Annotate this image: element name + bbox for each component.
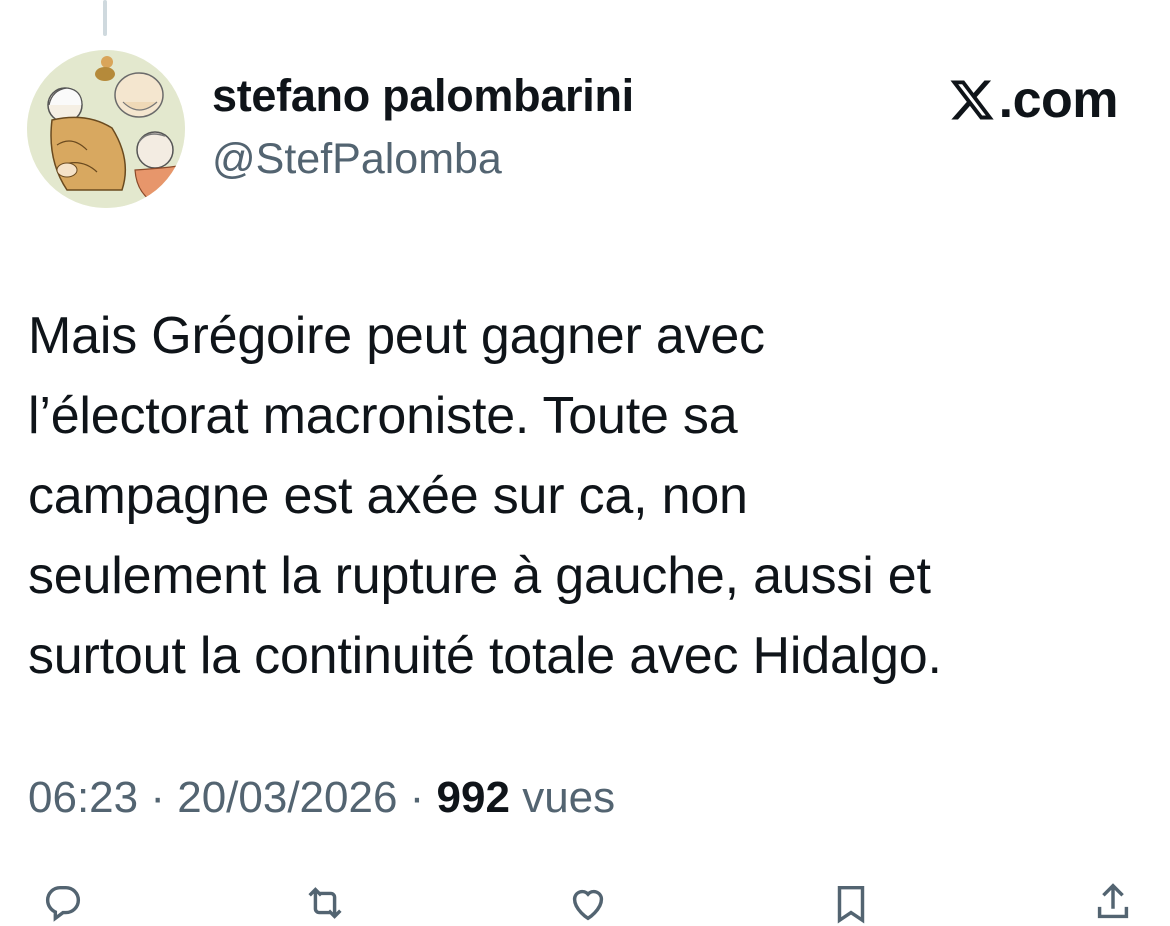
tweet-metadata: 06:23 · 20/03/2026 · 992 vues: [28, 773, 615, 823]
brand-domain-text: .com: [998, 71, 1119, 129]
views-label: vues: [509, 773, 616, 822]
meta-separator: ·: [397, 773, 437, 822]
x-logo-icon: [950, 80, 994, 120]
author-display-name[interactable]: stefano palombarini: [212, 70, 634, 122]
thread-connector-line: [103, 0, 107, 36]
bookmark-icon[interactable]: [826, 880, 876, 926]
retweet-icon[interactable]: [300, 880, 350, 926]
avatar-illustration-icon: [27, 50, 185, 208]
reply-icon[interactable]: [38, 880, 88, 926]
author-handle[interactable]: @StefPalomba: [212, 135, 502, 184]
tweet-time[interactable]: 06:23: [28, 773, 138, 822]
avatar[interactable]: [27, 50, 185, 208]
x-com-brand: .com: [947, 70, 1119, 130]
like-icon[interactable]: [563, 880, 613, 926]
views-count: 992: [436, 773, 510, 822]
share-icon[interactable]: [1088, 880, 1138, 926]
tweet-text: Mais Grégoire peut gagner avec l’élector…: [28, 307, 942, 685]
tweet-action-bar: [0, 880, 1170, 924]
meta-separator: ·: [138, 773, 178, 822]
tweet-date[interactable]: 20/03/2026: [177, 773, 397, 822]
